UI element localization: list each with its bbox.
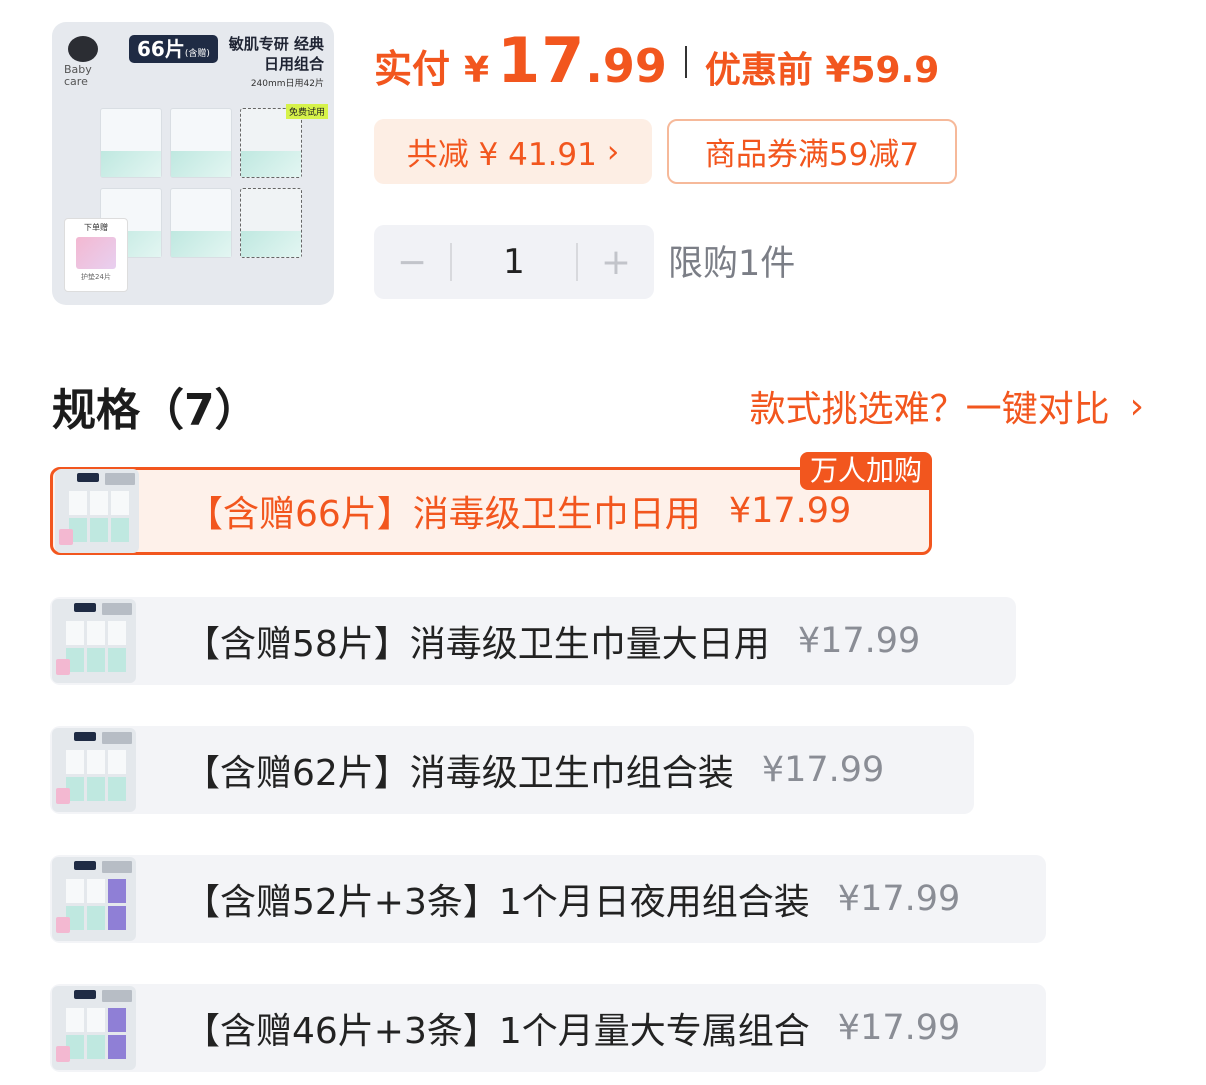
brand-logo: Baby care	[64, 36, 104, 100]
currency-symbol: ¥	[464, 50, 490, 91]
paid-label: 实付	[374, 47, 451, 91]
compare-link-text: 款式挑选难？一键对比	[749, 389, 1110, 430]
increase-button[interactable]: +	[578, 242, 654, 283]
option-price: ¥17.99	[837, 1008, 961, 1048]
coupon-chip[interactable]: 商品券满59减7	[667, 119, 957, 184]
spec-option[interactable]: 【含赠62片】消毒级卫生巾组合装 ¥17.99	[50, 726, 974, 814]
total-discount-chip[interactable]: 共减 ¥ 41.91 ›	[374, 119, 652, 184]
option-thumbnail	[52, 857, 136, 941]
spec-option[interactable]: 【含赠46片+3条】1个月量大专属组合 ¥17.99	[50, 984, 1046, 1072]
compare-link[interactable]: 款式挑选难？一键对比 ›	[750, 380, 1144, 432]
product-image-subtitle: 240mm日用42片	[250, 79, 324, 89]
spec-option[interactable]: 【含赠58片】消毒级卫生巾量大日用 ¥17.99	[50, 597, 1016, 685]
free-trial-tag: 免费试用	[286, 104, 329, 119]
option-name: 【含赠62片】消毒级卫生巾组合装	[184, 753, 734, 794]
gift-pack-image: 下单赠 护垫24片	[64, 218, 128, 292]
popular-tag: 万人加购	[799, 452, 932, 490]
spec-option-selected[interactable]: 【含赠66片】消毒级卫生巾日用 ¥17.99 万人加购	[50, 452, 932, 555]
price-integer: 17	[497, 24, 586, 97]
product-image-title: 敏肌专研 经典日用组合	[228, 35, 324, 73]
option-thumbnail	[52, 599, 136, 683]
option-name: 【含赠52片+3条】1个月日夜用组合装	[184, 882, 810, 923]
option-name: 【含赠58片】消毒级卫生巾量大日用	[184, 624, 770, 665]
spec-title: 规格（7）	[52, 385, 259, 436]
option-price: ¥17.99	[761, 750, 885, 790]
piece-count-badge: 66片(含赠)	[129, 35, 218, 63]
option-price: ¥17.99	[728, 491, 852, 531]
price-decimal: .99	[585, 39, 667, 93]
decrease-button[interactable]: −	[374, 242, 450, 283]
chevron-right-icon: ›	[1129, 385, 1144, 427]
option-price: ¥17.99	[797, 621, 921, 661]
coupon-text: 商品券满59减7	[704, 137, 920, 173]
total-discount-text: 共减 ¥ 41.91	[406, 137, 597, 173]
gift-sub-label: 护垫24片	[81, 273, 111, 281]
price-divider	[684, 46, 687, 78]
quantity-value[interactable]: 1	[452, 242, 576, 282]
original-price: 优惠前 ¥59.9	[704, 50, 940, 91]
spec-option[interactable]: 【含赠52片+3条】1个月日夜用组合装 ¥17.99	[50, 855, 1046, 943]
pad-pack-grid: 免费试用	[100, 104, 330, 276]
option-name: 【含赠66片】消毒级卫生巾日用	[187, 494, 701, 535]
option-name: 【含赠46片+3条】1个月量大专属组合	[184, 1011, 810, 1052]
quantity-stepper: − 1 +	[374, 225, 654, 299]
option-thumbnail	[55, 469, 139, 553]
gift-label: 下单赠	[84, 223, 108, 232]
option-thumbnail	[52, 986, 136, 1070]
purchase-limit: 限购1件	[668, 244, 796, 284]
chevron-right-icon: ›	[606, 133, 620, 170]
option-thumbnail	[52, 728, 136, 812]
price-row: 实付 ¥ 17 .99 优惠前 ¥59.9	[374, 24, 939, 100]
brand-logo-text: Baby care	[64, 63, 92, 88]
product-image[interactable]: Baby care 66片(含赠) 敏肌专研 经典日用组合 240mm日用42片…	[52, 22, 334, 305]
option-price: ¥17.99	[837, 879, 961, 919]
